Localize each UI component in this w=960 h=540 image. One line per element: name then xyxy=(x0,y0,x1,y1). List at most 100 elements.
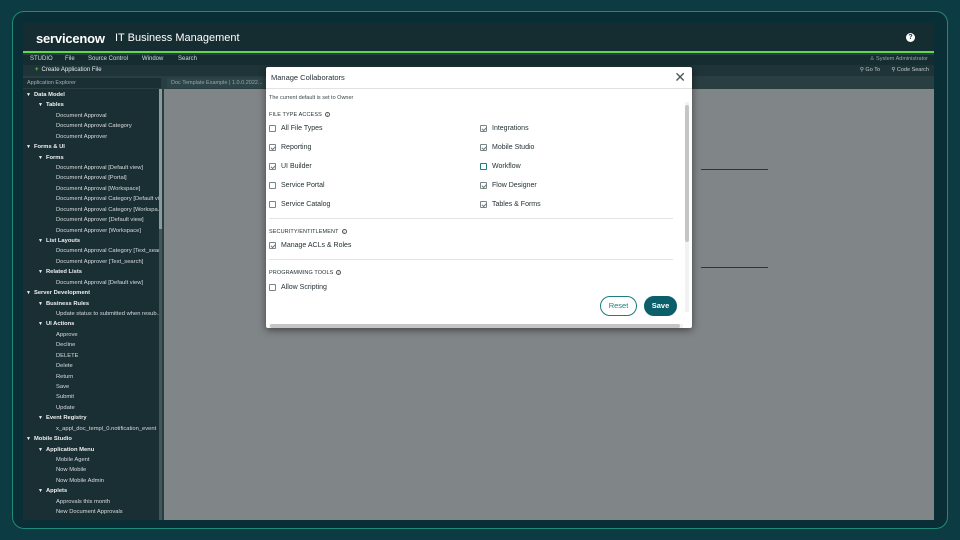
checkbox[interactable] xyxy=(269,201,276,208)
menu-source-control[interactable]: Source Control xyxy=(88,56,128,62)
checkbox[interactable] xyxy=(269,182,276,189)
checkbox[interactable] xyxy=(269,284,276,291)
tree-item[interactable]: Document Approval [Default view] xyxy=(56,280,159,286)
info-icon[interactable]: i xyxy=(341,229,347,235)
menu-window[interactable]: Window xyxy=(142,56,163,62)
tree-folder[interactable]: ▼ Business Rules xyxy=(38,301,159,307)
tree-folder[interactable]: ▼ Data Model xyxy=(26,92,159,98)
checkbox[interactable] xyxy=(269,163,276,170)
option-integrations[interactable]: Integrations xyxy=(480,125,529,132)
tree-item[interactable]: Document Approval [Default view] xyxy=(56,165,159,171)
tree-folder[interactable]: ▼ Forms xyxy=(38,155,159,161)
expand-caret-icon[interactable]: ▼ xyxy=(26,290,31,296)
code-search-button[interactable]: ⚲ Code Search xyxy=(891,67,929,73)
checkbox[interactable] xyxy=(480,201,487,208)
tree-item[interactable]: Document Approver [Workspace] xyxy=(56,228,159,234)
tree-folder[interactable]: ▼ Related Lists xyxy=(38,269,159,275)
modal-vertical-scrollbar[interactable] xyxy=(685,102,689,312)
tree-item[interactable]: x_appl_doc_templ_0.notification_event xyxy=(56,426,159,432)
tree-item[interactable]: Approve xyxy=(56,332,159,338)
info-icon[interactable]: i xyxy=(324,112,330,118)
tree-item[interactable]: Mobile Agent xyxy=(56,457,159,463)
info-icon[interactable]: i xyxy=(336,270,342,276)
application-explorer-header[interactable]: Application Explorer xyxy=(23,78,161,88)
checkbox[interactable] xyxy=(480,182,487,189)
tree-folder[interactable]: ▼ Server Development xyxy=(26,290,159,296)
option-reporting[interactable]: Reporting xyxy=(269,144,311,151)
expand-caret-icon[interactable]: ▼ xyxy=(38,102,43,108)
expand-caret-icon[interactable]: ▼ xyxy=(38,301,43,307)
modal-scroll-thumb[interactable] xyxy=(685,105,689,242)
expand-caret-icon[interactable]: ▼ xyxy=(38,447,43,453)
tree-item[interactable]: Document Approver [Text_search] xyxy=(56,259,159,265)
expand-caret-icon[interactable]: ▼ xyxy=(38,269,43,275)
tree-item[interactable]: Document Approval [Portal] xyxy=(56,175,159,181)
expand-caret-icon[interactable]: ▼ xyxy=(38,415,43,421)
option-all-file-types[interactable]: All File Types xyxy=(269,125,323,132)
tree-folder[interactable]: ▼ Tables xyxy=(38,102,159,108)
option-service-catalog[interactable]: Service Catalog xyxy=(269,201,330,208)
save-button[interactable]: Save xyxy=(644,296,677,316)
checkbox[interactable] xyxy=(480,125,487,132)
tree-item[interactable]: Document Approval [Workspace] xyxy=(56,186,159,192)
menu-search[interactable]: Search xyxy=(178,56,197,62)
menu-studio[interactable]: STUDIO xyxy=(30,56,53,62)
modal-hscroll-thumb[interactable] xyxy=(270,324,680,328)
tree-folder[interactable]: ▼ Forms & UI xyxy=(26,144,159,150)
expand-caret-icon[interactable]: ▼ xyxy=(38,488,43,494)
tree-item[interactable]: Document Approver xyxy=(56,134,159,140)
option-allow-scripting[interactable]: Allow Scripting xyxy=(269,284,327,291)
checkbox[interactable] xyxy=(480,144,487,151)
tree-item[interactable]: Now Mobile Admin xyxy=(56,478,159,484)
tree-item[interactable]: Save xyxy=(56,384,159,390)
expand-caret-icon[interactable]: ▼ xyxy=(38,155,43,161)
tree-item[interactable]: Document Approver [Default view] xyxy=(56,217,159,223)
tree-item[interactable]: Update status to submitted when resub... xyxy=(56,311,159,317)
tree-item[interactable]: DELETE xyxy=(56,353,159,359)
tree-item[interactable]: Document Approval Category [Default vi..… xyxy=(56,196,159,202)
tree-item[interactable]: Update xyxy=(56,405,159,411)
option-tables-and-forms[interactable]: Tables & Forms xyxy=(480,201,541,208)
expand-caret-icon[interactable]: ▼ xyxy=(38,321,43,327)
option-workflow[interactable]: Workflow xyxy=(480,163,521,170)
tree-scrollbar[interactable] xyxy=(159,89,162,520)
option-service-portal[interactable]: Service Portal xyxy=(269,182,325,189)
tree-item[interactable]: Document Approval Category [Workspa... xyxy=(56,207,159,213)
menu-file[interactable]: File xyxy=(65,56,75,62)
option-manage-acls-roles[interactable]: Manage ACLs & Roles xyxy=(269,242,351,249)
tree-item[interactable]: Document Approval xyxy=(56,113,159,119)
tree-item[interactable]: Submit xyxy=(56,394,159,400)
tree-folder[interactable]: ▼ UI Actions xyxy=(38,321,159,327)
tree-item[interactable]: Decline xyxy=(56,342,159,348)
reset-button[interactable]: Reset xyxy=(600,296,637,316)
tree-item[interactable]: Delete xyxy=(56,363,159,369)
tree-scroll-thumb[interactable] xyxy=(159,89,162,229)
option-ui-builder[interactable]: UI Builder xyxy=(269,163,312,170)
tree-item[interactable]: Document Approval Category [Text_sear... xyxy=(56,248,159,254)
tree-folder[interactable]: ▼ Mobile Studio xyxy=(26,436,159,442)
checkbox[interactable] xyxy=(269,242,276,249)
tree-item[interactable]: New Document Approvals xyxy=(56,509,159,515)
tree-item[interactable]: Now Mobile xyxy=(56,467,159,473)
close-icon[interactable]: ✕ xyxy=(674,69,686,86)
go-to-button[interactable]: ⚲ Go To xyxy=(860,67,880,73)
tree-folder[interactable]: ▼ Application Menu xyxy=(38,447,159,453)
tree-folder[interactable]: ▼ Event Registry xyxy=(38,415,159,421)
option-flow-designer[interactable]: Flow Designer xyxy=(480,182,537,189)
expand-caret-icon[interactable]: ▼ xyxy=(26,436,31,442)
tree-folder[interactable]: ▼ List Layouts xyxy=(38,238,159,244)
help-icon[interactable]: ? xyxy=(906,33,915,42)
tree-item[interactable]: Approvals this month xyxy=(56,499,159,505)
checkbox[interactable] xyxy=(269,144,276,151)
checkbox[interactable] xyxy=(480,163,487,170)
tree-folder[interactable]: ▼ Applets xyxy=(38,488,159,494)
checkbox[interactable] xyxy=(269,125,276,132)
expand-caret-icon[interactable]: ▼ xyxy=(26,92,31,98)
expand-caret-icon[interactable]: ▼ xyxy=(26,144,31,150)
tree-item[interactable]: Return xyxy=(56,374,159,380)
option-mobile-studio[interactable]: Mobile Studio xyxy=(480,144,534,151)
modal-horizontal-scrollbar[interactable] xyxy=(269,324,683,328)
create-application-file-button[interactable]: + Create Application File xyxy=(35,67,102,73)
user-menu[interactable]: ♙ System Administrator xyxy=(870,56,928,62)
tree-item[interactable]: Document Approval Category xyxy=(56,123,159,129)
